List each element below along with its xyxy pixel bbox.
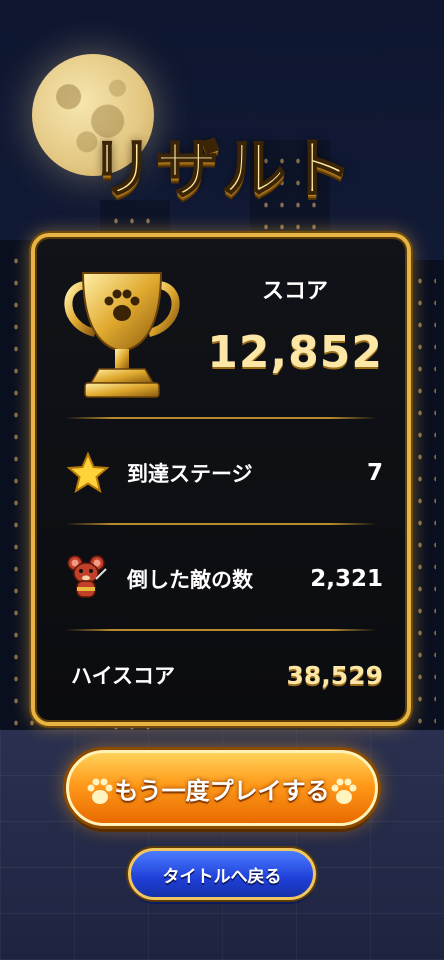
star-icon-shape [66,451,110,494]
divider [65,417,377,419]
stat-label: 倒した敵の数 [127,568,253,592]
stat-value: 2,321 [310,566,383,592]
high-score-value: 38,529 [286,660,383,690]
paw-icon [331,778,357,804]
mouse-enemy-icon-shape [67,555,107,598]
high-score-label: ハイスコア [71,664,175,688]
divider [65,629,377,631]
mouse-enemy-icon [63,554,113,604]
stat-row-stage: 到達ステージ 7 [63,445,383,501]
page-title: リザルト [89,132,354,208]
replay-button[interactable]: もう一度プレイする [66,750,378,826]
divider [65,523,377,525]
back-to-title-label: タイトルへ戻る [162,866,282,887]
result-panel: スコア 12,852 到達ステージ 7 倒した敵の数 2,321 ハイスコア 3… [31,233,411,726]
high-score-row: ハイスコア 38,529 [71,647,383,703]
paw-icon [87,778,113,804]
back-to-title-button[interactable]: タイトルへ戻る [128,848,316,900]
star-icon [63,448,113,498]
stat-label: 到達ステージ [127,462,253,486]
stat-value: 7 [366,460,383,486]
replay-button-label: もう一度プレイする [114,776,330,805]
trophy-icon [64,272,180,398]
stat-row-enemies: 倒した敵の数 2,321 [63,551,383,607]
score-label: スコア [261,279,328,304]
score-value: 12,852 [207,327,383,378]
